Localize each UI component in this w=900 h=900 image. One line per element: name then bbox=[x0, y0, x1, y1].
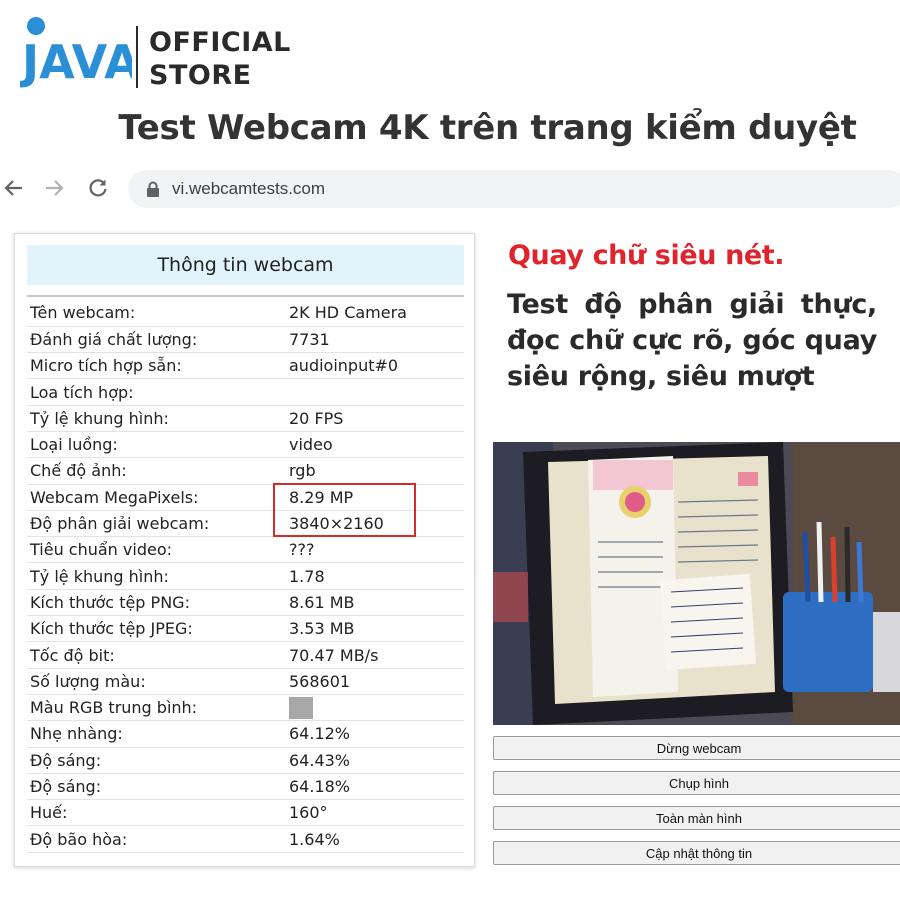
table-row: Loại luồng: video bbox=[27, 431, 464, 459]
lock-icon bbox=[147, 181, 159, 197]
table-row: Kích thước tệp PNG: 8.61 MB bbox=[27, 589, 464, 617]
table-row: Loa tích hợp: bbox=[27, 378, 464, 406]
row-value: 3840×2160 bbox=[286, 510, 464, 538]
page-headline: Test Webcam 4K trên trang kiểm duyệt bbox=[118, 108, 857, 148]
row-value: 64.12% bbox=[286, 720, 464, 748]
store-line-2: STORE bbox=[149, 60, 252, 91]
row-label: Kích thước tệp PNG: bbox=[27, 589, 286, 617]
row-value: 8.61 MB bbox=[286, 589, 464, 617]
url-text: vi.webcamtests.com bbox=[172, 179, 326, 198]
table-row: Màu RGB trung bình: bbox=[27, 694, 464, 722]
promo-body: Test độ phân giải thực, đọc chữ cực rõ, … bbox=[507, 289, 877, 392]
row-label: Kích thước tệp JPEG: bbox=[27, 615, 286, 643]
row-value: 568601 bbox=[286, 668, 464, 695]
row-label: Huế: bbox=[27, 799, 286, 827]
row-value: 20 FPS bbox=[286, 405, 464, 432]
browser-toolbar: vi.webcamtests.com bbox=[0, 166, 900, 210]
table-row: Tỷ lệ khung hình: 1.78 bbox=[27, 562, 464, 590]
store-label: OFFICIAL STORE bbox=[149, 26, 291, 92]
forward-button[interactable] bbox=[40, 174, 68, 202]
row-value: 8.29 MP bbox=[286, 484, 464, 511]
row-label: Độ sáng: bbox=[27, 747, 286, 774]
table-row: Chế độ ảnh: rgb bbox=[27, 457, 464, 485]
update-info-button[interactable]: Cập nhật thông tin bbox=[493, 841, 900, 865]
table-row: Huế: 160° bbox=[27, 799, 464, 827]
webcam-info-panel: Thông tin webcam Tên webcam: 2K HD Camera… bbox=[14, 233, 475, 867]
brand-divider bbox=[136, 26, 138, 88]
table-row: Kích thước tệp JPEG: 3.53 MB bbox=[27, 615, 464, 643]
row-label: Tiêu chuẩn video: bbox=[27, 536, 286, 564]
row-label: Độ bão hòa: bbox=[27, 825, 286, 853]
row-value: 64.43% bbox=[286, 747, 464, 774]
table-row: Tỷ lệ khung hình: 20 FPS bbox=[27, 405, 464, 432]
row-value: audioinput#0 bbox=[286, 352, 464, 380]
webcam-preview bbox=[493, 442, 900, 725]
table-row: Tiêu chuẩn video:??? bbox=[27, 536, 464, 564]
row-value: 1.78 bbox=[286, 562, 464, 590]
panel-divider bbox=[27, 295, 464, 297]
row-value: 3.53 MB bbox=[286, 615, 464, 643]
capture-button[interactable]: Chụp hình bbox=[493, 771, 900, 795]
row-value: rgb bbox=[286, 457, 464, 485]
row-value: ??? bbox=[286, 536, 464, 564]
address-bar[interactable]: vi.webcamtests.com bbox=[128, 170, 900, 208]
row-label: Số lượng màu: bbox=[27, 668, 286, 695]
table-row: Độ bão hòa: 1.64% bbox=[27, 825, 464, 853]
average-color-swatch bbox=[289, 696, 313, 719]
table-row: Số lượng màu: 568601 bbox=[27, 668, 464, 695]
table-row: Webcam MegaPixels: 8.29 MP bbox=[27, 484, 464, 511]
row-value: 1.64% bbox=[286, 825, 464, 853]
row-value: 70.47 MB/s bbox=[286, 641, 464, 669]
brand-header: JAVA OFFICIAL STORE bbox=[20, 14, 310, 94]
arrow-right-icon bbox=[46, 180, 64, 196]
table-row: Độ sáng: 64.43% bbox=[27, 747, 464, 774]
row-label: Tên webcam: bbox=[27, 300, 286, 327]
row-value: 160° bbox=[286, 799, 464, 827]
row-label: Webcam MegaPixels: bbox=[27, 484, 286, 511]
reload-button[interactable] bbox=[84, 174, 112, 202]
row-value: 64.18% bbox=[286, 773, 464, 801]
row-label: Nhẹ nhàng: bbox=[27, 720, 286, 748]
promo-title: Quay chữ siêu nét. bbox=[508, 240, 785, 271]
row-label: Màu RGB trung bình: bbox=[27, 694, 286, 722]
row-value: 7731 bbox=[286, 326, 464, 354]
row-label: Tỷ lệ khung hình: bbox=[27, 562, 286, 590]
reload-icon bbox=[89, 179, 107, 197]
back-button[interactable] bbox=[0, 174, 28, 202]
row-label: Micro tích hợp sẵn: bbox=[27, 352, 286, 380]
row-label: Tốc độ bit: bbox=[27, 641, 286, 669]
row-label: Độ sáng: bbox=[27, 773, 286, 801]
arrow-left-icon bbox=[4, 180, 22, 196]
row-label: Đánh giá chất lượng: bbox=[27, 326, 286, 354]
java-logo: JAVA bbox=[20, 16, 132, 88]
row-value: video bbox=[286, 431, 464, 459]
table-row: Độ sáng: 64.18% bbox=[27, 773, 464, 801]
row-label: Loại luồng: bbox=[27, 431, 286, 459]
row-label: Tỷ lệ khung hình: bbox=[27, 405, 286, 432]
info-table: Tên webcam: 2K HD Camera Đánh giá chất lư… bbox=[27, 300, 464, 853]
table-row: Tên webcam: 2K HD Camera bbox=[27, 300, 464, 327]
table-row: Độ phân giải webcam: 3840×2160 bbox=[27, 510, 464, 538]
panel-title: Thông tin webcam bbox=[27, 245, 464, 285]
fullscreen-button[interactable]: Toàn màn hình bbox=[493, 806, 900, 830]
row-label: Độ phân giải webcam: bbox=[27, 510, 286, 538]
stop-webcam-button[interactable]: Dừng webcam bbox=[493, 736, 900, 760]
row-value bbox=[286, 694, 464, 722]
table-row: Nhẹ nhàng: 64.12% bbox=[27, 720, 464, 748]
row-value: 2K HD Camera bbox=[286, 300, 464, 327]
row-label: Chế độ ảnh: bbox=[27, 457, 286, 485]
row-value bbox=[286, 378, 464, 406]
table-row: Micro tích hợp sẵn: audioinput#0 bbox=[27, 352, 464, 380]
logo-text: JAVA bbox=[20, 35, 132, 88]
table-row: Đánh giá chất lượng: 7731 bbox=[27, 326, 464, 354]
table-row: Tốc độ bit: 70.47 MB/s bbox=[27, 641, 464, 669]
row-label: Loa tích hợp: bbox=[27, 378, 286, 406]
store-line-1: OFFICIAL bbox=[149, 27, 291, 58]
